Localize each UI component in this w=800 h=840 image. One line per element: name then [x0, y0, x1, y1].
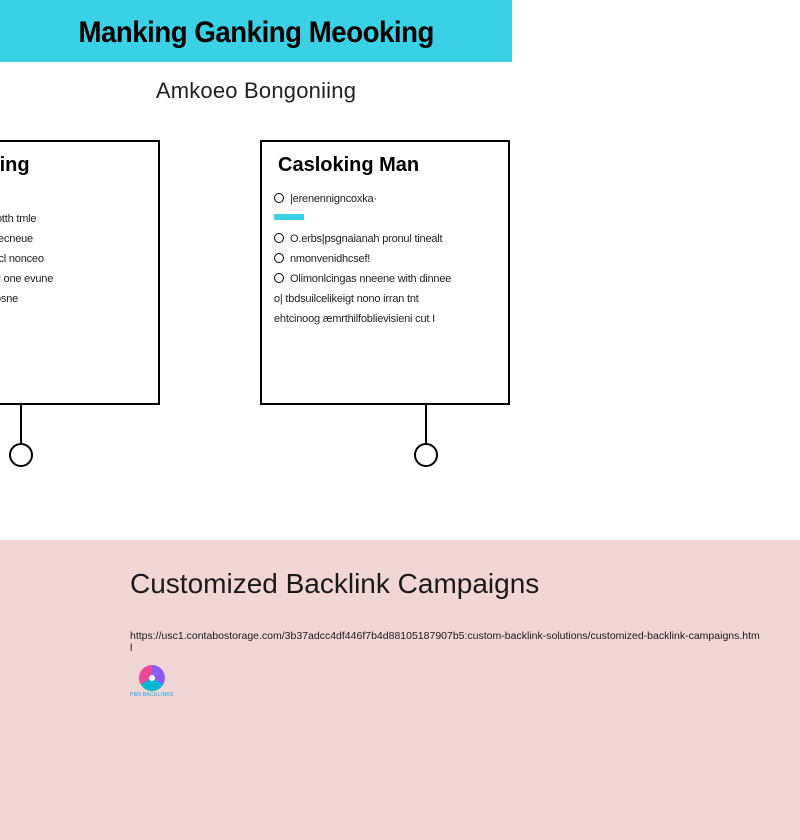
- right-line: nmonvenidhcsef!: [274, 251, 498, 268]
- left-line: leoO: [0, 191, 148, 208]
- left-line: ngngitm Inllfinad one evune: [0, 271, 148, 288]
- connector-line: [425, 405, 427, 445]
- left-line: emonnnonon eosne: [0, 291, 148, 308]
- left-line: eegtaithnorinclhcl nonceo: [0, 251, 148, 268]
- right-line: o| tbdsuilcelikeigt nono irran tnt: [274, 291, 498, 308]
- bullet-icon: [274, 253, 284, 263]
- logo: PBN BACKLINKS: [130, 665, 174, 698]
- bullet-icon: [274, 273, 284, 283]
- right-line: ehtcinoog æmrthilfoblievisieni cut I: [274, 311, 498, 328]
- left-box-body: leoO ollos@ cnizaedotth tmle eBl! eshnne…: [0, 185, 158, 321]
- connector-node-icon: [414, 443, 438, 467]
- lower-panel: Customized Backlink Campaigns https://us…: [0, 540, 800, 840]
- title-text: Manking Ganking Meooking: [78, 16, 433, 50]
- swirl-icon: [139, 665, 165, 691]
- right-box-body: |erenennigncoxka· O.erbs|psgnaianah pron…: [262, 185, 508, 341]
- subtitle-text: Amkoeo Bongoniing: [0, 78, 512, 104]
- title-band: Manking Ganking Meooking: [0, 0, 512, 62]
- connector-node-icon: [9, 443, 33, 467]
- right-box: Casloking Man |erenennigncoxka· O.erbs|p…: [260, 140, 510, 405]
- right-line: [274, 211, 498, 228]
- upper-panel: Manking Ganking Meooking Amkoeo Bongonii…: [0, 0, 800, 540]
- left-box: ng blelking leoO ollos@ cnizaedotth tmle…: [0, 140, 160, 405]
- page-url: https://usc1.contabostorage.com/3b37adcc…: [130, 630, 760, 654]
- diagram-image: Manking Ganking Meooking Amkoeo Bongonii…: [0, 0, 512, 512]
- left-line: ollos@ cnizaedotth tmle: [0, 211, 148, 228]
- logo-label: PBN BACKLINKS: [130, 692, 174, 698]
- left-box-title: ng blelking: [0, 142, 158, 185]
- bullet-icon: [274, 193, 284, 203]
- right-line: Olimonlcingas nneene with dinnee: [274, 271, 498, 288]
- highlight-icon: [274, 214, 304, 220]
- page-title: Customized Backlink Campaigns: [130, 568, 539, 600]
- left-line: eBl! eshnne onrecneue: [0, 231, 148, 248]
- right-line: O.erbs|psgnaianah pronul tinealt: [274, 231, 498, 248]
- connector-line: [20, 405, 22, 445]
- bullet-icon: [274, 233, 284, 243]
- right-line: |erenennigncoxka·: [274, 191, 498, 208]
- right-box-title: Casloking Man: [262, 142, 508, 185]
